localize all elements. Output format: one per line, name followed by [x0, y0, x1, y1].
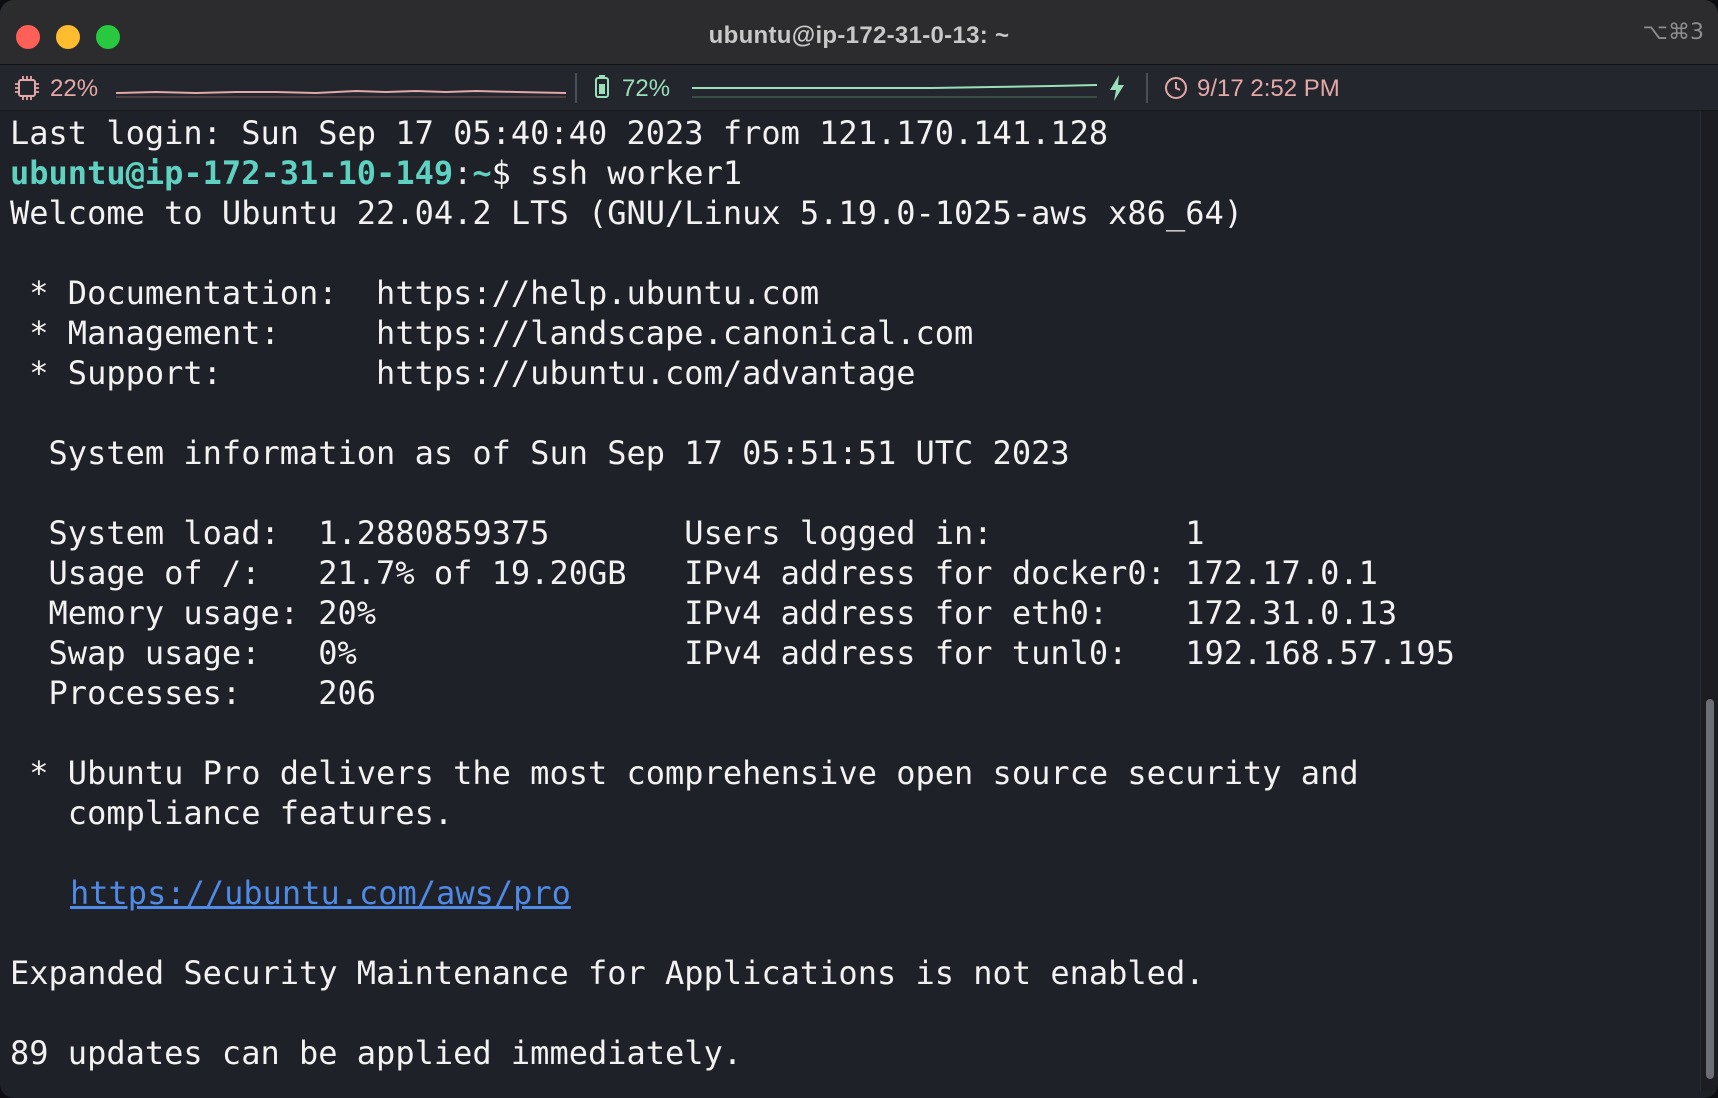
cpu-usage-graph [116, 89, 566, 98]
window-shortcut-label: ⌥⌘3 [1642, 20, 1704, 45]
battery-icon [595, 75, 609, 98]
prompt-line: ubuntu@ip-172-31-10-149:~$ ssh worker1 [10, 153, 742, 193]
updates-line: 89 updates can be applied immediately. [10, 1034, 743, 1072]
ubuntu-pro-line: * Ubuntu Pro delivers the most comprehen… [10, 754, 1359, 792]
clock-label: 9/17 2:52 PM [1197, 75, 1340, 102]
prompt-path: ~ [472, 154, 492, 192]
battery-level-label: 72% [622, 75, 671, 102]
prompt-separator: : [453, 154, 473, 192]
lightning-bolt-icon [1110, 75, 1124, 101]
scrollbar-thumb[interactable] [1706, 699, 1714, 1079]
clock-icon [1165, 77, 1187, 99]
management-line: * Management: https://landscape.canonica… [10, 314, 974, 352]
system-info-row: Usage of /: 21.7% of 19.20GB IPv4 addres… [10, 554, 1378, 592]
system-info-row: Memory usage: 20% IPv4 address for eth0:… [10, 594, 1398, 632]
terminal-window: ubuntu@ip-172-31-0-13: ~ ⌥⌘3 22% 72% 9/1… [0, 0, 1718, 1098]
system-info-row: System load: 1.2880859375 Users logged i… [10, 514, 1205, 552]
welcome-line: Welcome to Ubuntu 22.04.2 LTS (GNU/Linux… [10, 194, 1243, 232]
cpu-usage-label: 22% [50, 75, 99, 102]
window-title: ubuntu@ip-172-31-0-13: ~ [708, 22, 1010, 49]
prompt-command: $ ssh worker1 [491, 154, 743, 192]
system-info-row: Processes: 206 [10, 674, 377, 712]
battery-level-graph [692, 84, 1097, 98]
cpu-chip-icon [15, 76, 39, 100]
terminal-output[interactable]: Last login: Sun Sep 17 05:40:40 2023 fro… [0, 111, 1700, 1091]
status-separator [575, 73, 577, 103]
title-bar[interactable]: ubuntu@ip-172-31-0-13: ~ ⌥⌘3 [0, 0, 1718, 65]
status-bar: 22% 72% 9/17 2:52 PM [0, 65, 1718, 111]
ubuntu-pro-link[interactable]: https://ubuntu.com/aws/pro [70, 874, 571, 912]
ubuntu-pro-link-line: https://ubuntu.com/aws/pro [70, 873, 571, 913]
last-login-line: Last login: Sun Sep 17 05:40:40 2023 fro… [10, 114, 1109, 152]
ubuntu-pro-line: compliance features. [10, 794, 454, 832]
scrollbar-track[interactable] [1700, 111, 1718, 1091]
prompt-user-host: ubuntu@ip-172-31-10-149 [10, 154, 454, 192]
system-info-header: System information as of Sun Sep 17 05:5… [10, 434, 1070, 472]
status-separator [1146, 73, 1148, 103]
documentation-line: * Documentation: https://help.ubuntu.com [10, 274, 820, 312]
support-line: * Support: https://ubuntu.com/advantage [10, 354, 916, 392]
system-info-row: Swap usage: 0% IPv4 address for tunl0: 1… [10, 634, 1455, 672]
esm-line: Expanded Security Maintenance for Applic… [10, 954, 1205, 992]
